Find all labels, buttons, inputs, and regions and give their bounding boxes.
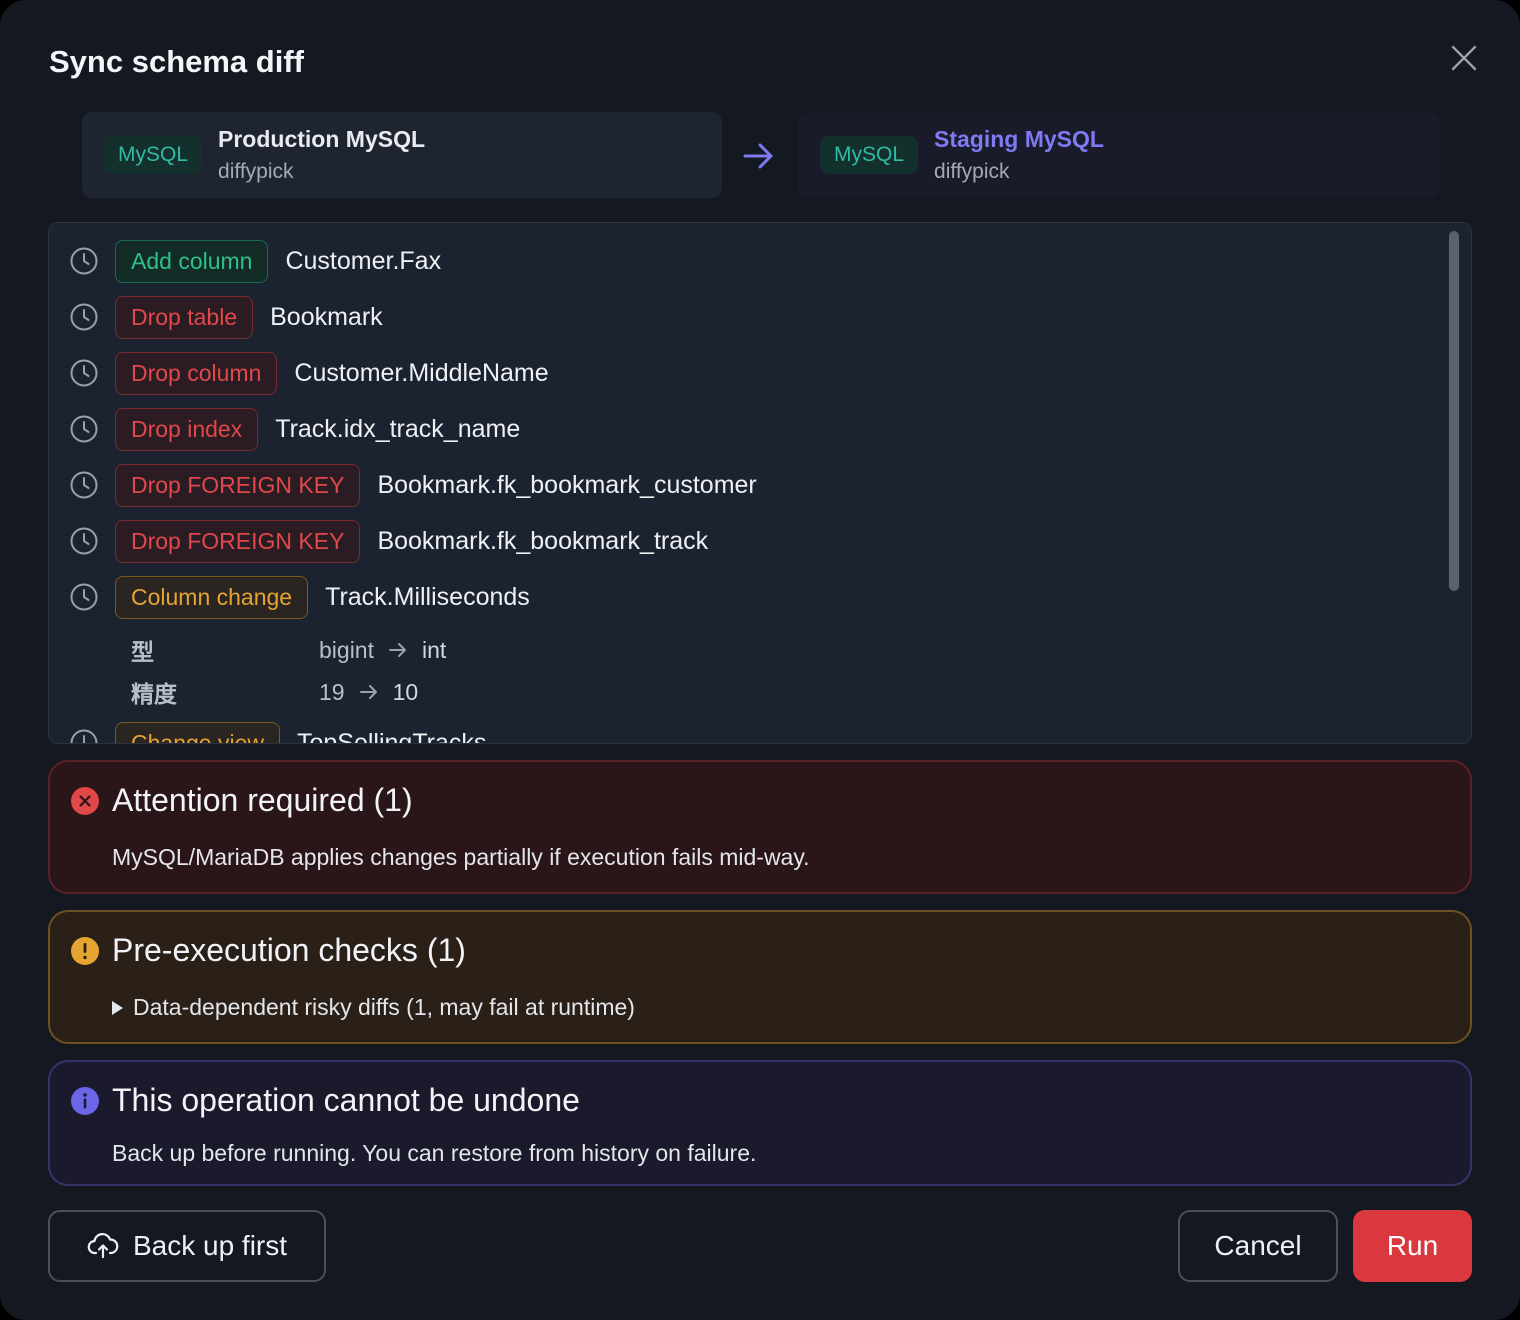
diff-tag: Drop FOREIGN KEY xyxy=(115,463,361,507)
arrow-right-icon xyxy=(388,643,406,657)
clock-icon xyxy=(70,527,98,555)
diff-object: TopSellingTracks xyxy=(296,728,487,744)
close-icon xyxy=(1451,45,1477,71)
diff-object: Bookmark xyxy=(270,302,383,331)
diff-object: Customer.MiddleName xyxy=(294,358,549,387)
checks-alert: Pre-execution checks (1) Data-dependent … xyxy=(48,910,1472,1044)
clock-icon xyxy=(70,729,98,743)
diff-row[interactable]: Drop FOREIGN KEY Bookmark.fk_bookmark_tra… xyxy=(69,519,708,563)
source-connection: MySQL Production MySQL diffypick xyxy=(82,112,722,198)
diff-tag: Drop FOREIGN KEY xyxy=(115,519,361,563)
diff-object: Bookmark.fk_bookmark_customer xyxy=(377,470,757,499)
attention-body: MySQL/MariaDB applies changes partially … xyxy=(112,844,810,870)
target-db-badge: MySQL xyxy=(820,136,919,174)
diff-row[interactable]: Drop column Customer.MiddleName xyxy=(69,351,549,395)
error-icon xyxy=(71,787,99,815)
run-button[interactable]: Run xyxy=(1353,1210,1472,1282)
clock-icon xyxy=(70,583,98,611)
diff-object: Bookmark.fk_bookmark_track xyxy=(377,526,709,555)
diff-row[interactable]: Change view TopSellingTracks xyxy=(69,721,487,744)
source-database: diffypick xyxy=(218,160,294,183)
target-database: diffypick xyxy=(934,160,1010,183)
caret-right-icon xyxy=(112,1000,123,1015)
clock-icon xyxy=(70,471,98,499)
detail-to: 10 xyxy=(392,678,419,705)
target-name: Staging MySQL xyxy=(934,126,1104,152)
diff-tag: Drop table xyxy=(115,295,254,339)
backup-label: Back up first xyxy=(132,1230,288,1261)
detail-from: 19 xyxy=(319,678,345,705)
diff-row[interactable]: Add column Customer.Fax xyxy=(69,239,441,283)
clock-icon xyxy=(70,303,98,331)
dialog-title: Sync schema diff xyxy=(49,44,304,79)
diff-list[interactable]: Add column Customer.Fax Drop table Bookmark… xyxy=(48,222,1472,744)
sync-dialog: Sync schema diff MySQL Production MySQL … xyxy=(0,0,1520,1320)
detail-from: bigint xyxy=(319,636,374,663)
backup-button[interactable]: Back up first xyxy=(48,1210,326,1282)
detail-row: 型 bigint int xyxy=(131,633,446,667)
diff-tag: Add column xyxy=(115,239,269,283)
detail-to: int xyxy=(421,636,447,663)
diff-tag: Drop column xyxy=(115,351,278,395)
diff-object: Customer.Fax xyxy=(285,246,442,275)
arrow-right-icon xyxy=(743,143,773,169)
detail-row: 精度 19 10 xyxy=(131,675,418,709)
diff-row[interactable]: Drop index Track.idx_track_name xyxy=(69,407,520,451)
diff-object: Track.Milliseconds xyxy=(325,582,530,611)
source-name: Production MySQL xyxy=(218,126,426,152)
detail-key: 精度 xyxy=(131,681,177,707)
clock-icon xyxy=(70,247,98,275)
diff-tag: Column change xyxy=(115,575,309,619)
diff-tag: Drop index xyxy=(115,407,259,451)
attention-alert: Attention required (1) MySQL/MariaDB app… xyxy=(48,760,1472,894)
cancel-button[interactable]: Cancel xyxy=(1178,1210,1338,1282)
undo-title: This operation cannot be undone xyxy=(112,1082,580,1118)
undo-body: Back up before running. You can restore … xyxy=(112,1140,757,1166)
risky-diffs-toggle[interactable]: Data-dependent risky diffs (1, may fail … xyxy=(112,994,635,1021)
undo-alert: This operation cannot be undone Back up … xyxy=(48,1060,1472,1186)
checks-body: Data-dependent risky diffs (1, may fail … xyxy=(133,994,635,1020)
scrollbar[interactable] xyxy=(1449,231,1459,591)
diff-object: Track.idx_track_name xyxy=(275,414,521,443)
detail-key: 型 xyxy=(131,639,154,665)
clock-icon xyxy=(70,415,98,443)
clock-icon xyxy=(70,359,98,387)
arrow-right-icon xyxy=(359,685,377,699)
diff-row[interactable]: Drop table Bookmark xyxy=(69,295,383,339)
diff-row[interactable]: Column change Track.Milliseconds xyxy=(69,575,530,619)
attention-title: Attention required (1) xyxy=(112,782,413,818)
close-button[interactable] xyxy=(1442,36,1486,80)
checks-title: Pre-execution checks (1) xyxy=(112,932,466,968)
diff-tag: Change view xyxy=(115,721,280,743)
diff-row[interactable]: Drop FOREIGN KEY Bookmark.fk_bookmark_cus… xyxy=(69,463,757,507)
cloud-upload-icon xyxy=(87,1233,119,1259)
source-db-badge: MySQL xyxy=(104,136,203,174)
warning-icon xyxy=(71,937,99,965)
info-icon xyxy=(71,1087,99,1115)
target-connection: MySQL Staging MySQL diffypick xyxy=(798,112,1440,198)
